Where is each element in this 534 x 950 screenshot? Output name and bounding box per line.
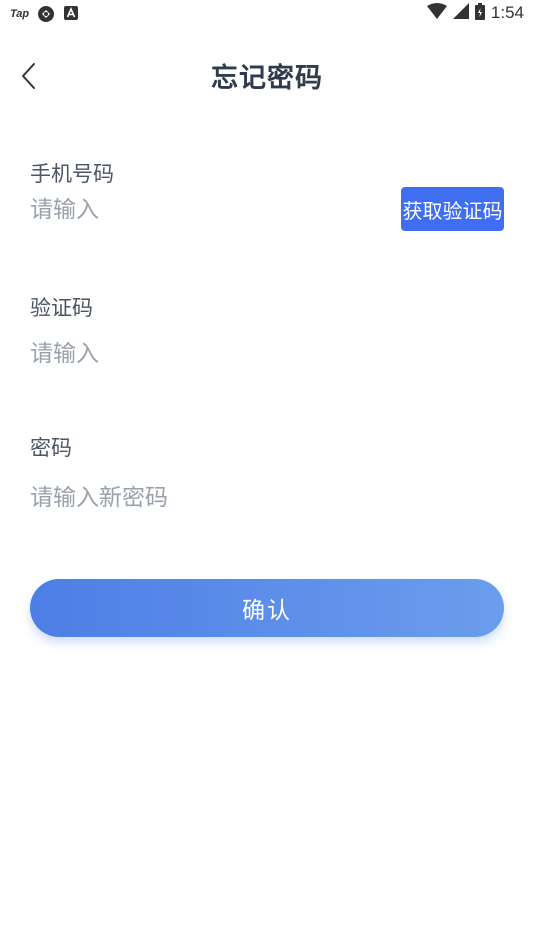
taptap-logo: Tap [10,8,30,20]
password-label: 密码 [30,436,72,460]
get-code-button[interactable]: 获取验证码 [401,187,504,231]
page-title: 忘记密码 [211,63,323,94]
wifi-icon [426,3,447,23]
code-label: 验证码 [30,296,93,320]
verification-code-input[interactable] [30,336,390,372]
status-bar-left: Tap [10,4,81,24]
header: 忘记密码 [0,52,534,96]
phone-input[interactable] [30,192,390,228]
phone-label: 手机号码 [30,162,114,186]
signal-icon [452,3,469,23]
new-password-input[interactable] [30,480,390,516]
status-bar-right: 1:54 [426,2,524,24]
battery-icon [474,2,485,24]
a-notification-icon [63,5,81,23]
confirm-button[interactable]: 确认 [30,579,504,637]
status-bar: Tap 1:54 [0,0,534,28]
vpn-icon [37,5,55,23]
status-time: 1:54 [490,3,524,22]
